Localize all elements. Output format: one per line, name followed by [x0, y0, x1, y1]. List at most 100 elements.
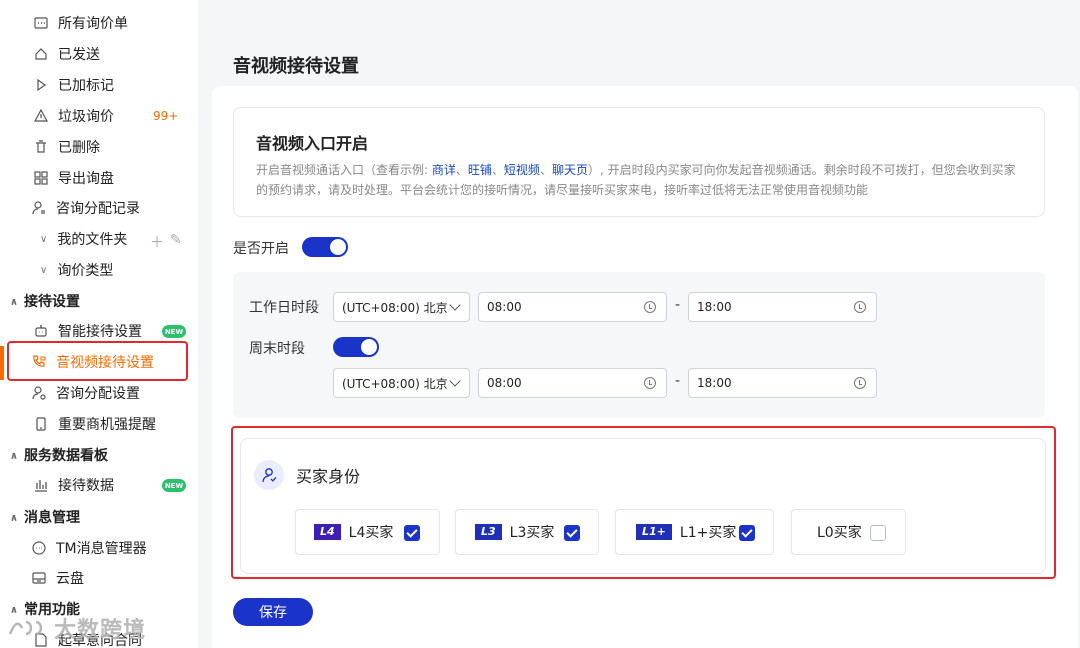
weekend-end-time[interactable]: 18:00	[688, 368, 877, 398]
checkbox-checked[interactable]	[564, 525, 580, 541]
message-icon	[30, 539, 48, 557]
sidebar-item-assign-log[interactable]: 咨询分配记录	[30, 194, 140, 222]
sidebar-item-cloud-disk[interactable]: 云盘	[30, 564, 84, 592]
buyer-option-label: L0买家	[817, 525, 862, 541]
intro-description: 开启音视频通话入口（查看示例: 商详、旺铺、短视频、聊天页）, 开启时段内买家可…	[256, 163, 1016, 197]
user-assign-icon	[30, 199, 48, 217]
sidebar-item-deleted[interactable]: 已删除	[32, 133, 100, 161]
sidebar-item-reception-data[interactable]: 接待数据	[32, 471, 114, 499]
weekend-timezone-select[interactable]: (UTC+08:00) 北京	[333, 368, 470, 398]
example-link-product[interactable]: 商详	[432, 163, 456, 177]
level-badge-l1plus: L1+	[636, 524, 672, 540]
chevron-down-icon: ∨	[40, 233, 48, 245]
page-title: 音视频接待设置	[233, 56, 359, 77]
sidebar-item-label: 已发送	[58, 47, 100, 63]
export-icon	[32, 169, 50, 187]
spam-count-badge: 99+	[153, 109, 179, 123]
buyer-identity-icon	[254, 460, 284, 490]
group-title: 服务数据看板	[24, 448, 108, 464]
sidebar-item-my-folders[interactable]: ∨ 我的文件夹	[40, 225, 127, 253]
chevron-up-icon: ∨	[9, 511, 18, 523]
buyer-option-label: L1+买家	[679, 525, 737, 541]
buyer-option-l4[interactable]: L4 L4买家	[295, 509, 440, 555]
sidebar-item-label: 所有询价单	[58, 16, 128, 32]
enable-toggle[interactable]	[302, 237, 348, 257]
chevron-down-icon	[449, 375, 461, 387]
checkbox-checked[interactable]	[739, 525, 755, 541]
group-service-dashboard[interactable]: ∨ 服务数据看板	[6, 443, 108, 467]
sidebar-item-all-inquiries[interactable]: 所有询价单	[32, 9, 128, 37]
sidebar-item-label: TM消息管理器	[56, 541, 147, 557]
example-link-chat[interactable]: 聊天页	[552, 163, 588, 177]
phone-video-icon	[30, 353, 48, 371]
new-badge: NEW	[162, 479, 186, 492]
sidebar-item-label: 重要商机强提醒	[58, 417, 156, 433]
example-link-short-video[interactable]: 短视频	[504, 163, 540, 177]
sidebar-item-tm-messages[interactable]: TM消息管理器	[30, 534, 147, 562]
time-separator: -	[675, 297, 681, 313]
buyer-option-label: L4买家	[348, 525, 394, 541]
flag-icon	[32, 76, 50, 94]
sidebar-item-key-opportunity[interactable]: 重要商机强提醒	[32, 410, 156, 438]
new-badge: NEW	[162, 325, 186, 338]
active-indicator	[0, 346, 4, 380]
sidebar-item-inquiry-type[interactable]: ∨ 询价类型	[40, 256, 113, 284]
watermark: 大数跨境	[6, 612, 146, 644]
sidebar-item-label: 智能接待设置	[58, 324, 142, 340]
weekend-toggle[interactable]	[333, 337, 379, 357]
checkbox-checked[interactable]	[404, 525, 420, 541]
sidebar: 所有询价单 已发送 已加标记 垃圾询价 99+ 已删除 导出询盘 咨询分配记录 …	[0, 0, 198, 648]
time-value: 18:00	[697, 376, 732, 390]
folder-actions: ＋ ✎	[150, 232, 182, 252]
intro-panel: 音视频入口开启 开启音视频通话入口（查看示例: 商详、旺铺、短视频、聊天页）, …	[233, 107, 1045, 217]
add-folder-icon[interactable]: ＋	[150, 232, 164, 252]
sidebar-item-label: 云盘	[56, 571, 84, 587]
save-button[interactable]: 保存	[233, 598, 313, 626]
send-icon	[32, 45, 50, 63]
clock-icon	[644, 301, 656, 313]
user-settings-icon	[30, 384, 48, 402]
sidebar-item-label: 咨询分配设置	[56, 386, 140, 402]
sidebar-item-label: 咨询分配记录	[56, 201, 140, 217]
clock-icon	[644, 377, 656, 389]
group-reception-settings[interactable]: ∨ 接待设置	[6, 289, 80, 313]
sidebar-item-spam[interactable]: 垃圾询价	[32, 102, 114, 130]
sidebar-item-assign-settings[interactable]: 咨询分配设置	[30, 379, 140, 407]
intro-title: 音视频入口开启	[256, 134, 369, 153]
buyer-option-l1plus[interactable]: L1+ L1+买家	[615, 509, 774, 555]
timezone-value: (UTC+08:00) 北京	[342, 300, 448, 315]
sidebar-item-label: 我的文件夹	[57, 232, 128, 248]
level-badge-l4: L4	[314, 524, 341, 540]
chevron-up-icon: ∨	[9, 449, 18, 461]
level-badge-l3: L3	[475, 524, 502, 540]
sidebar-item-label: 询价类型	[57, 263, 114, 279]
workday-end-time[interactable]: 18:00	[688, 292, 877, 322]
example-link-store[interactable]: 旺铺	[468, 163, 492, 177]
sidebar-item-label: 已加标记	[58, 78, 114, 94]
sidebar-item-flagged[interactable]: 已加标记	[32, 71, 114, 99]
workday-start-time[interactable]: 08:00	[478, 292, 667, 322]
checkbox-unchecked[interactable]	[870, 525, 886, 541]
time-value: 08:00	[487, 376, 522, 390]
buyer-option-l0[interactable]: L0买家	[791, 509, 906, 555]
buyer-option-label: L3买家	[509, 525, 555, 541]
cloud-disk-icon	[30, 569, 48, 587]
chevron-down-icon	[449, 299, 461, 311]
bar-chart-icon	[32, 476, 50, 494]
group-message-management[interactable]: ∨ 消息管理	[6, 505, 80, 529]
sidebar-item-sent[interactable]: 已发送	[32, 40, 100, 68]
workday-timezone-select[interactable]: (UTC+08:00) 北京	[333, 292, 470, 322]
buyer-option-l3[interactable]: L3 L3买家	[455, 509, 599, 555]
list-icon	[32, 14, 50, 32]
sidebar-item-label: 音视频接待设置	[56, 355, 154, 371]
weekend-start-time[interactable]: 08:00	[478, 368, 667, 398]
robot-icon	[32, 322, 50, 340]
edit-folder-icon[interactable]: ✎	[170, 232, 182, 252]
clock-icon	[854, 301, 866, 313]
group-title: 接待设置	[24, 294, 80, 310]
buyer-identity-title: 买家身份	[296, 467, 361, 486]
sidebar-item-export[interactable]: 导出询盘	[32, 164, 114, 192]
clock-icon	[854, 377, 866, 389]
sidebar-item-av-reception[interactable]: 音视频接待设置	[30, 348, 154, 376]
time-value: 08:00	[487, 300, 522, 314]
